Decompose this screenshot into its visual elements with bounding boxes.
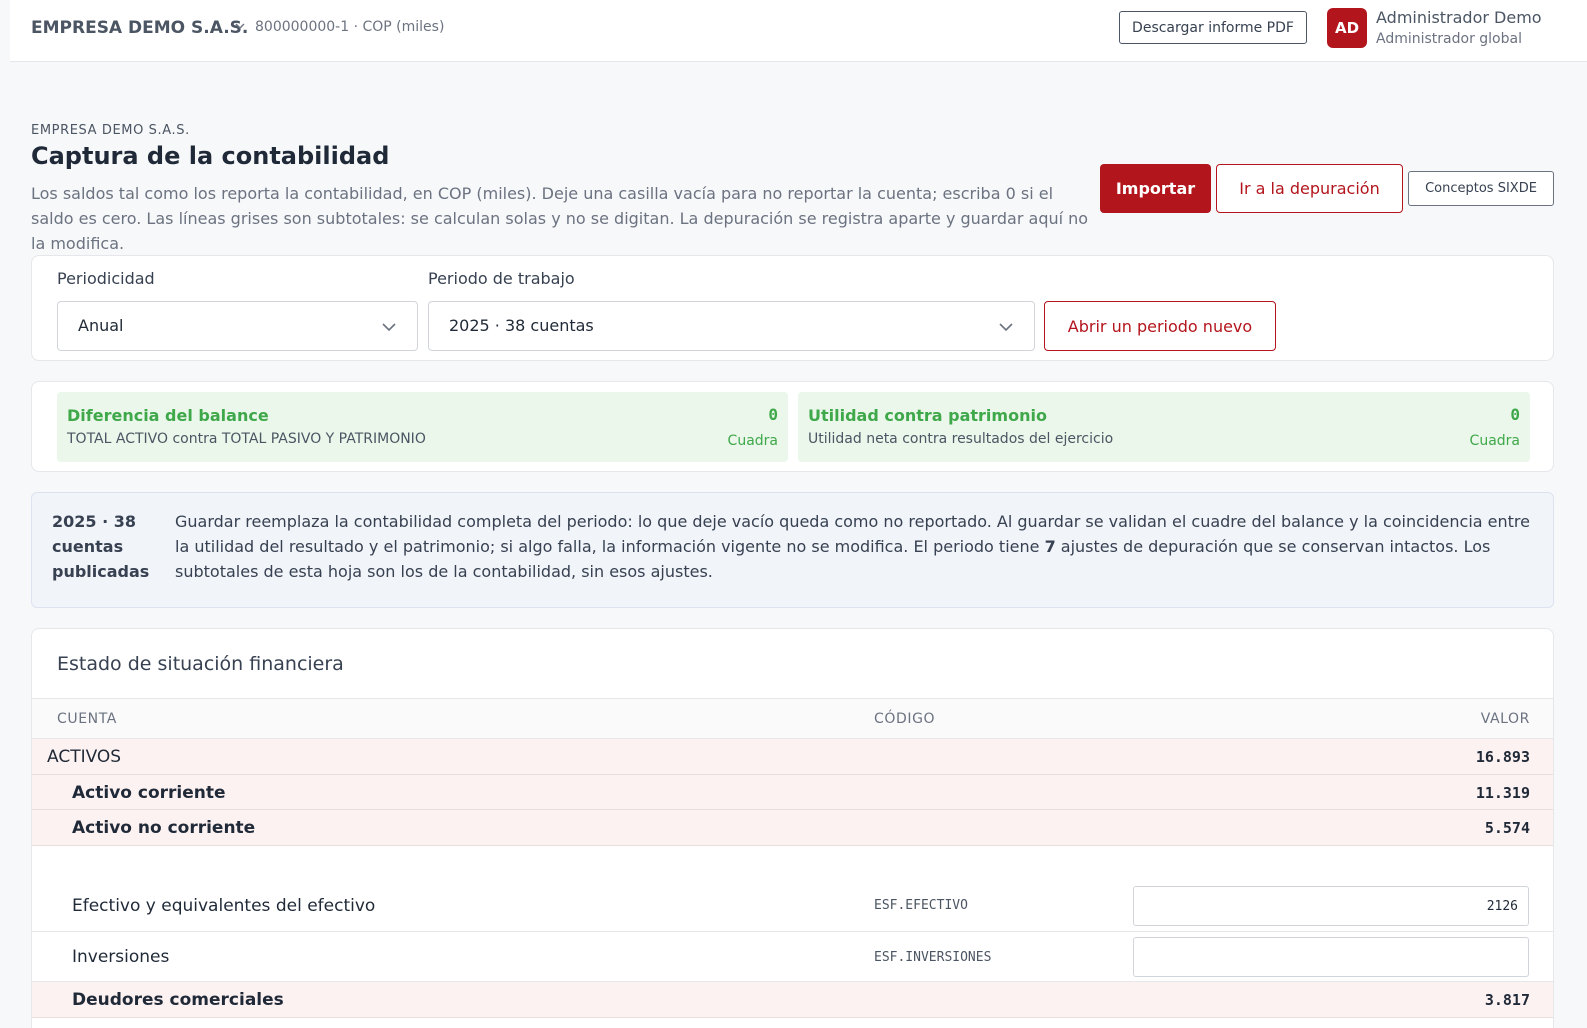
utility-equity-check: Utilidad contra patrimonio Utilidad neta… [798, 392, 1530, 462]
table-row: Efectivo y equivalentes del efectivo ESF… [32, 846, 1553, 932]
go-depuracion-button[interactable]: Ir a la depuración [1216, 164, 1403, 213]
account-label: Activo corriente [72, 783, 226, 803]
periodicity-label: Periodicidad [57, 269, 155, 288]
account-subtotal: 5.574 [1484, 819, 1530, 837]
account-label: Activo no corriente [72, 818, 256, 838]
published-period-tag: 2025 · 38 cuentas publicadas [52, 512, 150, 581]
chevron-down-icon [382, 323, 396, 332]
chevron-down-icon[interactable] [234, 19, 246, 33]
page-title: Captura de la contabilidad [31, 142, 390, 170]
user-role: Administrador global [1376, 31, 1522, 47]
periodicity-value: Anual [78, 316, 124, 335]
open-new-period-button[interactable]: Abrir un periodo nuevo [1044, 301, 1276, 351]
table-header: CUENTA CÓDIGO VALOR [32, 698, 1553, 739]
company-nit: 800000000-1 · COP (miles) [255, 19, 445, 35]
check-title: Utilidad contra patrimonio [808, 406, 1047, 425]
validation-card: Diferencia del balance TOTAL ACTIVO cont… [31, 381, 1554, 472]
financial-position-table: Estado de situación financiera CUENTA CÓ… [31, 628, 1554, 1028]
column-header-cuenta: CUENTA [57, 711, 117, 727]
user-name: Administrador Demo [1376, 8, 1542, 27]
account-label: Efectivo y equivalentes del efectivo [72, 896, 376, 916]
check-value: 0 [1510, 405, 1520, 424]
check-value: 0 [768, 405, 778, 424]
work-period-value: 2025 · 38 cuentas [449, 316, 594, 335]
chevron-down-icon [999, 323, 1013, 332]
period-card: Periodicidad Anual Periodo de trabajo 20… [31, 255, 1554, 361]
account-label: Inversiones [72, 947, 170, 967]
account-value-input[interactable] [1133, 937, 1529, 977]
table-row: Activo corriente 11.319 [32, 775, 1553, 810]
import-button[interactable]: Importar [1100, 164, 1211, 213]
check-subtitle: Utilidad neta contra resultados del ejer… [808, 431, 1114, 447]
table-row: ACTIVOS 16.893 [32, 739, 1553, 775]
avatar[interactable]: AD [1327, 8, 1367, 48]
check-subtitle: TOTAL ACTIVO contra TOTAL PASIVO Y PATRI… [67, 431, 426, 447]
check-title: Diferencia del balance [67, 406, 269, 425]
account-label: ACTIVOS [47, 747, 122, 767]
table-row: Deudores comerciales 3.817 [32, 982, 1553, 1018]
account-value-input[interactable] [1133, 886, 1529, 926]
table-row: Inversiones ESF.INVERSIONES [32, 932, 1553, 982]
balance-difference-check: Diferencia del balance TOTAL ACTIVO cont… [57, 392, 788, 462]
company-eyebrow: EMPRESA DEMO S.A.S. [31, 123, 190, 138]
account-code: ESF.INVERSIONES [874, 950, 992, 965]
conceptos-sixde-button[interactable]: Conceptos SIXDE [1408, 171, 1554, 206]
adjustments-count: 7 [1044, 537, 1056, 556]
account-subtotal: 11.319 [1475, 784, 1530, 802]
periodicity-select[interactable]: Anual [57, 301, 418, 351]
work-period-label: Periodo de trabajo [428, 269, 575, 288]
table-row: Activo no corriente 5.574 [32, 810, 1553, 846]
account-label: Deudores comerciales [72, 990, 284, 1010]
company-selector[interactable]: EMPRESA DEMO S.A.S. [31, 18, 248, 38]
info-text: Guardar reemplaza la contabilidad comple… [175, 509, 1545, 584]
account-code: ESF.EFECTIVO [874, 898, 968, 913]
column-header-valor: VALOR [1480, 711, 1530, 727]
account-subtotal: 16.893 [1475, 748, 1530, 766]
download-pdf-button[interactable]: Descargar informe PDF [1119, 11, 1307, 44]
column-header-codigo: CÓDIGO [874, 711, 936, 727]
work-period-select[interactable]: 2025 · 38 cuentas [428, 301, 1035, 351]
check-status: Cuadra [1469, 433, 1520, 449]
info-notice: 2025 · 38 cuentas publicadas Guardar ree… [31, 492, 1554, 608]
account-subtotal: 3.817 [1484, 991, 1530, 1009]
table-title: Estado de situación financiera [57, 653, 344, 675]
top-bar: EMPRESA DEMO S.A.S. 800000000-1 · COP (m… [10, 0, 1587, 62]
page-description: Los saldos tal como los reporta la conta… [31, 184, 1089, 253]
check-status: Cuadra [727, 433, 778, 449]
